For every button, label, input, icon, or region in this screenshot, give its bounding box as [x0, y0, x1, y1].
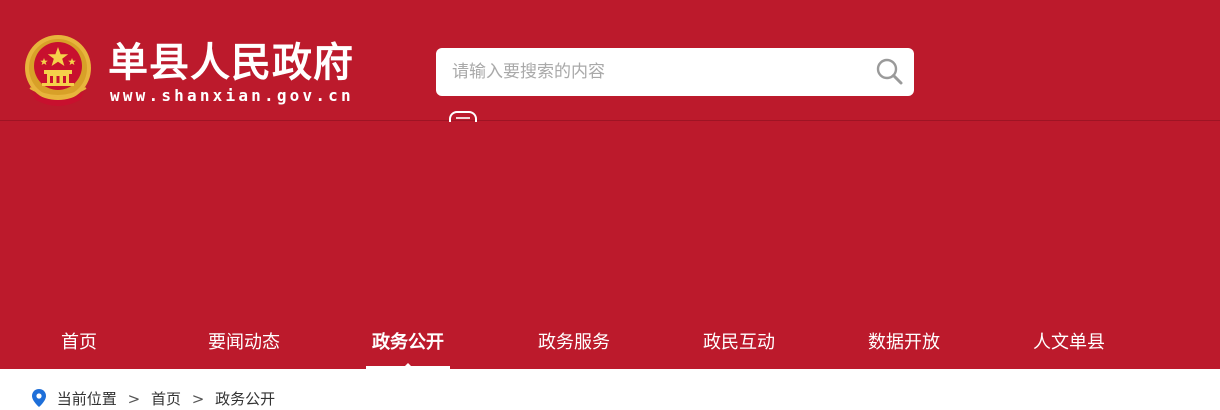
search-input[interactable] — [452, 48, 862, 96]
location-pin-icon — [32, 389, 46, 407]
search-button[interactable] — [874, 57, 906, 87]
nav-item-open-data[interactable]: 数据开放 — [858, 318, 950, 369]
header-divider — [0, 120, 1220, 121]
nav-item-home[interactable]: 首页 — [44, 318, 114, 369]
breadcrumb-separator: > — [191, 390, 205, 408]
breadcrumb-separator: > — [127, 390, 141, 408]
site-header: 单县人民政府 www.shanxian.gov.cn 首页 要闻动态 政务公开 … — [0, 0, 1220, 369]
accessibility-icon[interactable] — [448, 110, 478, 122]
site-domain: www.shanxian.gov.cn — [110, 86, 354, 105]
breadcrumb-prefix: 当前位置 — [56, 390, 117, 408]
breadcrumb: 当前位置 > 首页 > 政务公开 — [32, 388, 275, 410]
breadcrumb-home-link[interactable]: 首页 — [151, 390, 181, 408]
nav-item-gov-affairs-open[interactable]: 政务公开 — [366, 318, 450, 369]
nav-item-news[interactable]: 要闻动态 — [198, 318, 290, 369]
national-emblem-icon[interactable] — [22, 34, 94, 110]
search-box — [436, 48, 914, 96]
nav-item-gov-services[interactable]: 政务服务 — [528, 318, 620, 369]
search-icon — [876, 58, 903, 85]
breadcrumb-current[interactable]: 政务公开 — [215, 390, 275, 408]
nav-item-interaction[interactable]: 政民互动 — [693, 318, 785, 369]
site-title[interactable]: 单县人民政府 — [108, 38, 354, 88]
nav-item-culture[interactable]: 人文单县 — [1023, 318, 1115, 369]
main-nav: 首页 要闻动态 政务公开 政务服务 政民互动 数据开放 人文单县 — [0, 318, 1220, 369]
